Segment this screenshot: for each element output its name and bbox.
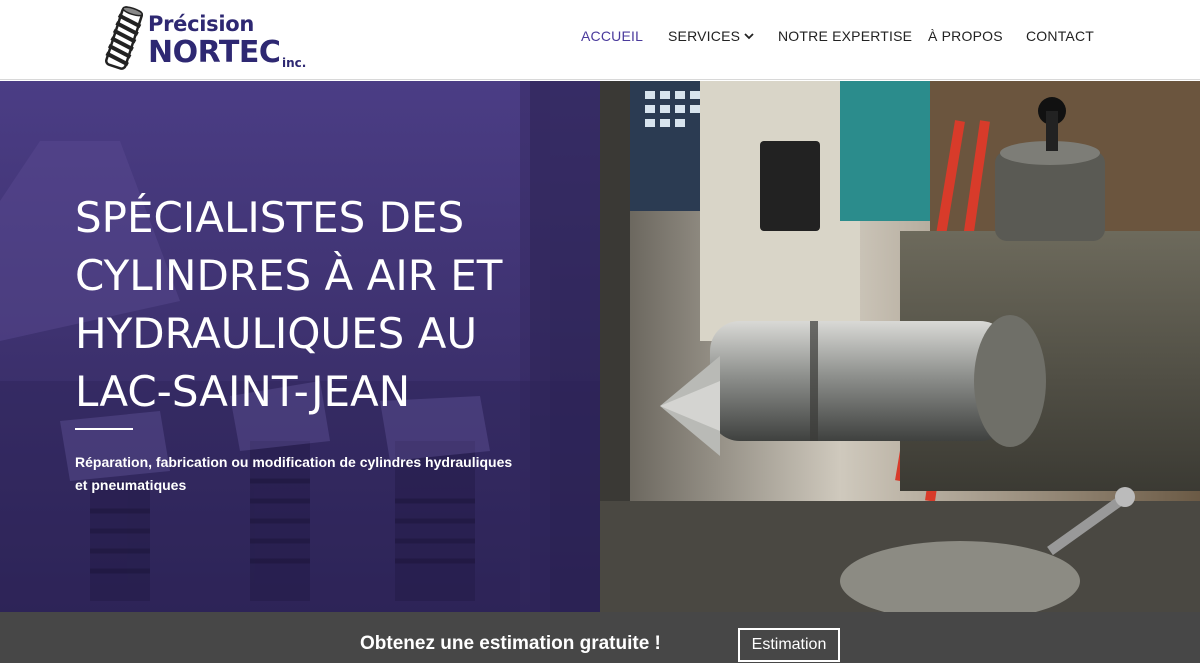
hero-subtitle: Réparation, fabrication ou modification … xyxy=(75,454,513,493)
hero-section: SPÉCIALISTES DES CYLINDRES À AIR ET HYDR… xyxy=(0,81,1200,612)
estimation-button[interactable]: Estimation xyxy=(738,628,840,662)
nav-item-services-label: SERVICES xyxy=(668,28,741,44)
hero-title-line: HYDRAULIQUES AU xyxy=(75,309,478,358)
cylinder-logo-icon xyxy=(105,6,143,70)
hero-title-line: LAC-SAINT-JEAN xyxy=(75,367,411,416)
nav-item-services[interactable]: SERVICES xyxy=(668,28,754,44)
logo-text-precision: Précision xyxy=(148,12,255,36)
logo-text-nortec: NORTEC xyxy=(148,35,281,70)
hero-title: SPÉCIALISTES DES CYLINDRES À AIR ET HYDR… xyxy=(75,189,535,421)
hero-lathe-image xyxy=(600,81,1200,612)
hero-title-line: CYLINDRES À AIR ET xyxy=(75,251,503,300)
nav-item-accueil[interactable]: ACCUEIL xyxy=(581,28,643,44)
cta-bar: Obtenez une estimation gratuite ! Estima… xyxy=(0,612,1200,663)
nav-item-contact[interactable]: CONTACT xyxy=(1026,28,1094,44)
cta-text: Obtenez une estimation gratuite ! xyxy=(360,633,661,654)
nav-item-a-propos[interactable]: À PROPOS xyxy=(928,28,1003,44)
site-header: Précision NORTEC inc. ACCUEIL SERVICES N… xyxy=(0,0,1200,80)
lathe-photo xyxy=(600,81,1200,612)
hero-divider xyxy=(75,428,133,430)
nav-item-notre-expertise[interactable]: NOTRE EXPERTISE xyxy=(778,28,912,44)
hero-overlay-panel: SPÉCIALISTES DES CYLINDRES À AIR ET HYDR… xyxy=(0,81,600,612)
logo-text-inc: inc. xyxy=(282,56,307,70)
hero-title-line: SPÉCIALISTES DES xyxy=(75,193,465,242)
chevron-down-icon xyxy=(744,33,754,40)
logo[interactable]: Précision NORTEC inc. xyxy=(100,4,310,72)
